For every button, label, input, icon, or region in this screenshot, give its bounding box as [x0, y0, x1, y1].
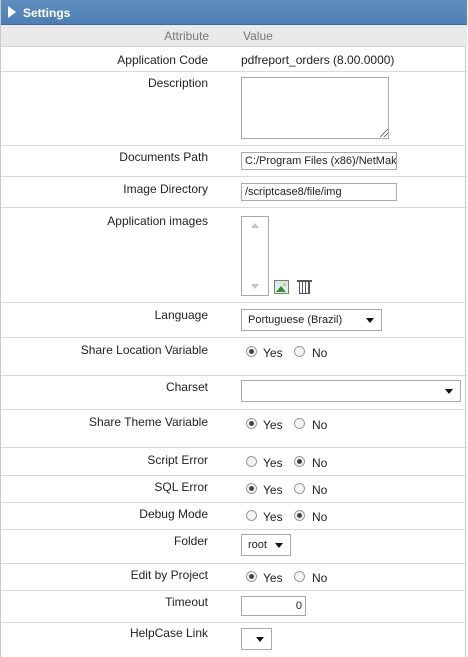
settings-panel: Settings Attribute Value Application Cod…	[0, 0, 467, 657]
column-attribute: Attribute	[164, 29, 209, 43]
row-sql-error: SQL Error Yes No	[1, 476, 467, 503]
row-application-images: Application images	[1, 208, 467, 303]
column-value: Value	[243, 29, 273, 43]
chevron-down-icon	[445, 389, 453, 394]
script-error-label: Script Error	[147, 453, 208, 467]
sql-error-no-label[interactable]: No	[312, 483, 327, 497]
helpcase-link-label: HelpCase Link	[129, 626, 208, 640]
share-location-no-radio[interactable]	[294, 346, 305, 357]
language-select[interactable]: Portuguese (Brazil)	[241, 309, 382, 331]
application-images-label: Application images	[107, 214, 208, 228]
charset-label: Charset	[165, 380, 208, 394]
row-timeout: Timeout 0	[1, 591, 467, 623]
chevron-down-icon	[275, 543, 283, 548]
edit-by-project-no-label[interactable]: No	[312, 571, 327, 585]
row-folder: Folder root	[1, 530, 467, 564]
documents-path-label: Documents Path	[119, 150, 208, 164]
row-share-theme-variable: Share Theme Variable Yes No	[1, 410, 467, 448]
row-debug-mode: Debug Mode Yes No	[1, 503, 467, 530]
row-charset: Charset	[1, 376, 467, 410]
scroll-down-icon[interactable]	[251, 284, 259, 289]
script-error-no-label[interactable]: No	[312, 456, 327, 470]
application-code-label: Application Code	[117, 53, 208, 67]
helpcase-link-select[interactable]	[241, 628, 272, 650]
edit-by-project-yes-radio[interactable]	[246, 571, 257, 582]
share-theme-yes-label[interactable]: Yes	[263, 418, 283, 432]
row-edit-by-project: Edit by Project Yes No	[1, 564, 467, 591]
debug-mode-yes-radio[interactable]	[246, 510, 257, 521]
share-theme-no-label[interactable]: No	[312, 418, 327, 432]
folder-label: Folder	[173, 534, 208, 548]
sql-error-yes-radio[interactable]	[246, 483, 257, 494]
debug-mode-no-label[interactable]: No	[312, 510, 327, 524]
language-selected: Portuguese (Brazil)	[248, 314, 343, 326]
row-helpcase-link: HelpCase Link	[1, 623, 467, 657]
edit-by-project-yes-label[interactable]: Yes	[263, 571, 283, 585]
row-share-location-variable: Share Location Variable Yes No	[1, 338, 467, 376]
settings-titlebar[interactable]: Settings	[1, 0, 467, 25]
sql-error-label: SQL Error	[154, 480, 208, 494]
timeout-input[interactable]: 0	[241, 596, 306, 616]
share-theme-no-radio[interactable]	[294, 418, 305, 429]
column-header: Attribute Value	[1, 25, 467, 47]
script-error-no-radio[interactable]	[294, 456, 305, 467]
row-language: Language Portuguese (Brazil)	[1, 303, 467, 338]
debug-mode-yes-label[interactable]: Yes	[263, 510, 283, 524]
settings-title: Settings	[23, 6, 71, 20]
sql-error-no-radio[interactable]	[294, 483, 305, 494]
description-textarea[interactable]	[241, 77, 389, 139]
folder-select[interactable]: root	[241, 534, 291, 556]
documents-path-input[interactable]: C:/Program Files (x86)/NetMake	[241, 152, 397, 170]
script-error-yes-radio[interactable]	[246, 456, 257, 467]
sql-error-yes-label[interactable]: Yes	[263, 483, 283, 497]
application-images-list[interactable]	[241, 216, 269, 296]
row-documents-path: Documents Path C:/Program Files (x86)/Ne…	[1, 146, 467, 177]
row-image-directory: Image Directory /scriptcase8/file/img	[1, 177, 467, 208]
chevron-down-icon	[366, 318, 374, 323]
chevron-down-icon	[256, 637, 264, 642]
row-script-error: Script Error Yes No	[1, 448, 467, 476]
share-theme-variable-label: Share Theme Variable	[89, 415, 208, 429]
resize-grip-icon[interactable]	[380, 129, 388, 137]
edit-by-project-label: Edit by Project	[130, 568, 208, 582]
timeout-label: Timeout	[165, 595, 208, 609]
script-error-yes-label[interactable]: Yes	[263, 456, 283, 470]
charset-select[interactable]	[241, 380, 461, 402]
description-label: Description	[147, 76, 208, 90]
folder-selected: root	[248, 539, 267, 551]
debug-mode-no-radio[interactable]	[294, 510, 305, 521]
scroll-up-icon[interactable]	[251, 223, 259, 228]
image-directory-input[interactable]: /scriptcase8/file/img	[241, 183, 397, 201]
share-theme-yes-radio[interactable]	[246, 418, 257, 429]
row-application-code: Application Code pdfreport_orders (8.00.…	[1, 47, 467, 72]
application-code-value: pdfreport_orders (8.00.0000)	[241, 53, 395, 67]
row-description: Description	[1, 72, 467, 146]
trash-icon[interactable]	[299, 282, 310, 294]
share-location-no-label[interactable]: No	[312, 346, 327, 360]
language-label: Language	[154, 308, 208, 322]
debug-mode-label: Debug Mode	[139, 507, 208, 521]
add-image-icon[interactable]	[274, 280, 289, 294]
edit-by-project-no-radio[interactable]	[294, 571, 305, 582]
share-location-variable-label: Share Location Variable	[80, 343, 208, 357]
collapse-triangle-icon[interactable]	[8, 6, 16, 18]
share-location-yes-label[interactable]: Yes	[263, 346, 283, 360]
share-location-yes-radio[interactable]	[246, 346, 257, 357]
image-directory-label: Image Directory	[123, 182, 208, 196]
